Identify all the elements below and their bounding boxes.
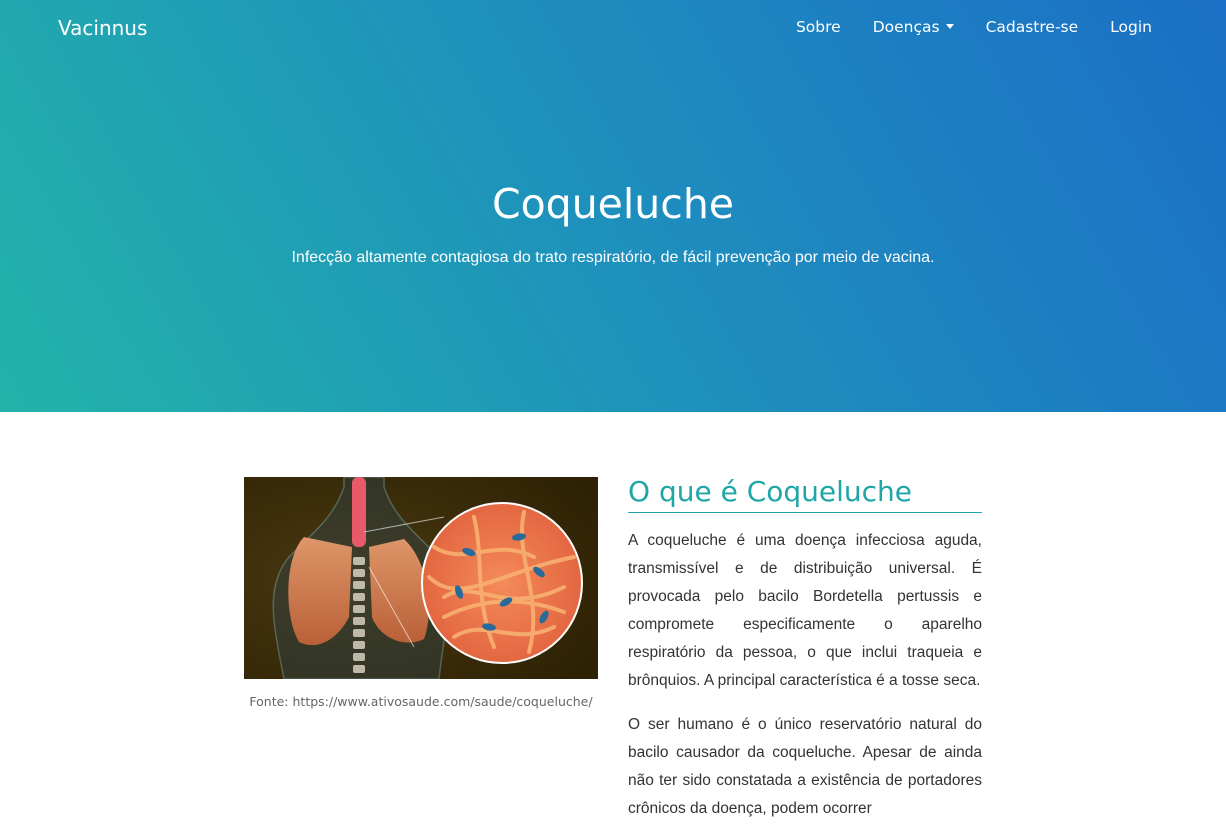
nav-dropdown-doencas[interactable]: Doenças	[873, 18, 954, 36]
disease-figure: Fonte: https://www.ativosaude.com/saude/…	[244, 477, 598, 709]
navbar: Vacinnus Sobre Doenças Cadastre-se Login	[0, 0, 1226, 56]
main-content: Fonte: https://www.ativosaude.com/saude/…	[0, 412, 1226, 840]
figure-caption: Fonte: https://www.ativosaude.com/saude/…	[249, 694, 593, 709]
disease-article: O que é Coqueluche A coqueluche é uma do…	[628, 475, 982, 823]
nav-link-login[interactable]: Login	[1110, 18, 1152, 36]
nav-menu: Sobre Doenças Cadastre-se Login	[796, 18, 1152, 36]
article-heading: O que é Coqueluche	[628, 475, 982, 513]
hero-section: Vacinnus Sobre Doenças Cadastre-se Login…	[0, 0, 1226, 412]
article-paragraph: A coqueluche é uma doença infecciosa agu…	[628, 532, 982, 689]
nav-link-cadastre[interactable]: Cadastre-se	[986, 18, 1079, 36]
caret-down-icon	[945, 24, 954, 29]
page-subtitle: Infecção altamente contagiosa do trato r…	[291, 249, 935, 266]
lungs-bacteria-illustration	[244, 477, 598, 679]
article-paragraph: O ser humano é o único reservatório natu…	[628, 716, 982, 817]
nav-dropdown-label: Doenças	[872, 18, 940, 36]
page-title: Coqueluche	[491, 180, 735, 228]
brand-logo[interactable]: Vacinnus	[58, 16, 147, 40]
nav-link-sobre[interactable]: Sobre	[796, 18, 841, 36]
